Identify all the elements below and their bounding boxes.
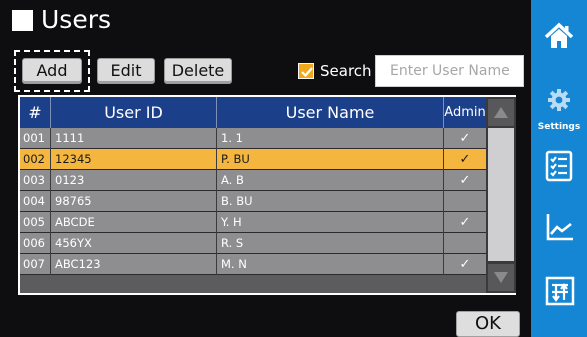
table-row[interactable]: 002 12345 P. BU ✓ xyxy=(20,149,486,170)
table-row[interactable]: 004 98765 B. BU xyxy=(20,191,486,212)
delete-button[interactable]: Delete xyxy=(164,58,232,84)
row-admin-check xyxy=(444,233,486,254)
sidebar-item-transfer[interactable] xyxy=(531,276,587,320)
row-user-name: 1. 1 xyxy=(217,128,444,149)
row-number: 007 xyxy=(20,254,51,275)
title-square-icon xyxy=(12,10,33,31)
row-admin-check: ✓ xyxy=(459,152,471,167)
row-user-name: M. N xyxy=(217,254,444,275)
table-row[interactable]: 006 456YX R. S xyxy=(20,233,486,254)
sidebar-item-list[interactable] xyxy=(531,150,587,194)
row-admin-check: ✓ xyxy=(459,131,471,146)
row-user-name: R. S xyxy=(217,233,444,254)
table-scrollbar[interactable] xyxy=(486,97,516,293)
row-admin-check: ✓ xyxy=(459,215,471,230)
column-header-user-id: User ID xyxy=(51,97,217,128)
table-row[interactable]: 005 ABCDE Y. H ✓ xyxy=(20,212,486,233)
table-row[interactable]: 007 ABC123 M. N ✓ xyxy=(20,254,486,275)
row-user-name: A. B xyxy=(217,170,444,191)
scroll-down-button[interactable] xyxy=(488,264,514,291)
row-number: 001 xyxy=(20,128,51,149)
column-header-user-name: User Name xyxy=(217,97,444,128)
row-user-name: P. BU xyxy=(217,149,444,170)
row-number: 003 xyxy=(20,170,51,191)
search-label: Search xyxy=(320,62,372,80)
row-user-id: ABC123 xyxy=(51,254,217,275)
ok-button[interactable]: OK xyxy=(456,311,520,337)
scroll-thumb[interactable] xyxy=(488,128,514,261)
sidebar: Settings xyxy=(531,0,587,337)
column-header-admin: Admin xyxy=(444,105,486,120)
scroll-up-button[interactable] xyxy=(488,99,514,126)
edit-button[interactable]: Edit xyxy=(97,58,155,84)
row-number: 004 xyxy=(20,191,51,212)
row-admin-check xyxy=(444,191,486,212)
table-header: # User ID User Name Admin xyxy=(20,97,486,128)
users-table: # User ID User Name Admin 001 1111 1. 1 … xyxy=(18,95,516,295)
home-icon xyxy=(544,22,574,48)
row-user-name: Y. H xyxy=(217,212,444,233)
sidebar-item-settings[interactable]: Settings xyxy=(531,88,587,142)
row-number: 006 xyxy=(20,233,51,254)
main-panel: Users Add Edit Delete Search # User ID U… xyxy=(0,0,531,337)
triangle-down-icon xyxy=(494,272,508,283)
row-number: 002 xyxy=(20,149,51,170)
sidebar-item-chart[interactable] xyxy=(531,212,587,256)
chart-icon xyxy=(546,214,573,241)
table-row[interactable]: 001 1111 1. 1 ✓ xyxy=(20,128,486,149)
row-number: 005 xyxy=(20,212,51,233)
search-input[interactable] xyxy=(375,55,524,87)
table-body: 001 1111 1. 1 ✓ 002 12345 P. BU ✓ 003 01… xyxy=(20,128,486,275)
sidebar-item-home[interactable] xyxy=(531,20,587,64)
table-row[interactable]: 003 0123 A. B ✓ xyxy=(20,170,486,191)
check-icon xyxy=(301,67,313,78)
row-admin-check: ✓ xyxy=(459,173,471,188)
row-user-id: 456YX xyxy=(51,233,217,254)
gear-icon xyxy=(548,89,570,111)
row-user-id: 1111 xyxy=(51,128,217,149)
row-user-id: 98765 xyxy=(51,191,217,212)
row-user-id: 0123 xyxy=(51,170,217,191)
sidebar-item-label: Settings xyxy=(537,122,581,132)
column-header-number: # xyxy=(20,97,51,128)
transfer-icon xyxy=(545,276,575,306)
row-user-id: ABCDE xyxy=(51,212,217,233)
search-checkbox[interactable] xyxy=(298,63,314,79)
row-user-name: B. BU xyxy=(217,191,444,212)
page-title: Users xyxy=(41,5,112,34)
list-icon xyxy=(545,150,573,182)
triangle-up-icon xyxy=(494,107,508,118)
row-user-id: 12345 xyxy=(51,149,217,170)
add-button[interactable]: Add xyxy=(22,58,82,84)
row-admin-check: ✓ xyxy=(459,257,471,272)
